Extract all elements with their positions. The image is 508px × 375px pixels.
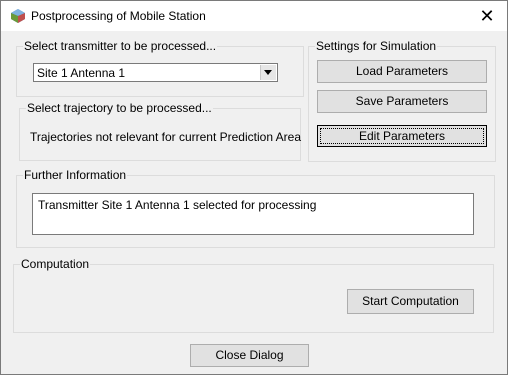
trajectory-group-label: Select trajectory to be processed... xyxy=(26,101,213,115)
start-computation-label: Start Computation xyxy=(362,294,459,308)
focus-ring xyxy=(320,128,484,144)
computation-group-label: Computation xyxy=(20,257,91,271)
save-parameters-label: Save Parameters xyxy=(355,94,449,108)
info-text: Transmitter Site 1 Antenna 1 selected fo… xyxy=(38,198,317,212)
info-text-box[interactable]: Transmitter Site 1 Antenna 1 selected fo… xyxy=(32,193,474,235)
close-window-button[interactable]: ✕ xyxy=(467,1,507,31)
load-parameters-label: Load Parameters xyxy=(355,64,449,78)
title-bar[interactable]: Postprocessing of Mobile Station ✕ xyxy=(1,1,507,31)
load-parameters-button[interactable]: Load Parameters xyxy=(317,60,487,83)
edit-parameters-button[interactable]: Edit Parameters xyxy=(317,125,487,147)
chevron-down-icon[interactable] xyxy=(260,65,276,80)
start-computation-button[interactable]: Start Computation xyxy=(347,289,474,314)
transmitter-select-value: Site 1 Antenna 1 xyxy=(37,66,126,80)
transmitter-select[interactable]: Site 1 Antenna 1 xyxy=(33,63,278,82)
save-parameters-button[interactable]: Save Parameters xyxy=(317,90,487,113)
trajectory-message: Trajectories not relevant for current Pr… xyxy=(30,130,302,144)
app-logo-icon xyxy=(11,9,25,23)
close-dialog-label: Close Dialog xyxy=(215,348,284,362)
settings-group-label: Settings for Simulation xyxy=(315,39,438,53)
info-group-label: Further Information xyxy=(23,168,128,182)
window-title: Postprocessing of Mobile Station xyxy=(31,9,206,23)
transmitter-group-label: Select transmitter to be processed... xyxy=(23,39,218,53)
close-dialog-button[interactable]: Close Dialog xyxy=(190,344,309,367)
dialog-window: Postprocessing of Mobile Station ✕ Selec… xyxy=(0,0,508,375)
